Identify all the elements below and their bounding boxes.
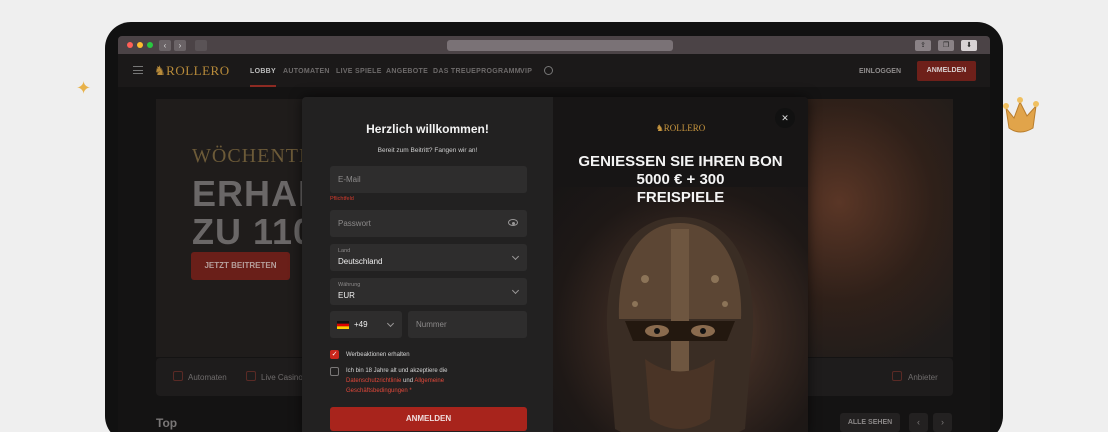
maximize-window-dot[interactable] [147, 42, 153, 48]
currency-select[interactable]: Währung EUR [330, 278, 527, 305]
live-casino-icon [246, 371, 256, 381]
terms-text: Ich bin 18 Jahre alt und akzeptiere die … [346, 368, 448, 394]
promo-panel: ♞ROLLERO GENIESSEN SIE IHREN BON 5000 € … [553, 97, 808, 432]
chevron-down-icon [386, 319, 395, 328]
close-window-dot[interactable] [127, 42, 133, 48]
phone-code-value: +49 [354, 320, 368, 329]
join-now-button[interactable]: JETZT BEITRETEN [191, 252, 290, 280]
privacy-link[interactable]: Datenschutzrichtlinie [346, 378, 401, 384]
sparkle-icon: ✦ [76, 78, 92, 98]
search-icon[interactable] [544, 66, 553, 75]
knight-icon: ♞ [154, 63, 167, 78]
register-button[interactable]: ANMELDEN [917, 61, 976, 81]
hero-headline-2: ZU 110 [192, 211, 315, 252]
menu-icon[interactable] [133, 66, 143, 74]
promo-checkbox[interactable]: ✓ [330, 350, 339, 359]
currency-label: Währung [338, 282, 361, 288]
forward-icon[interactable]: › [174, 40, 186, 51]
see-all-button[interactable]: ALLE SEHEN [840, 413, 900, 432]
login-link[interactable]: EINLOGGEN [859, 68, 901, 75]
eye-icon[interactable] [508, 219, 518, 226]
tabs-icon[interactable]: ❐ [938, 40, 954, 51]
warrior-helmet-image [606, 217, 754, 432]
germany-flag-icon [337, 321, 349, 329]
promo-headline-3: FREISPIELE [636, 189, 725, 206]
category-live-casino[interactable]: Live Casino [261, 373, 303, 382]
minimize-window-dot[interactable] [137, 42, 143, 48]
password-field[interactable]: Passwort [330, 210, 527, 237]
email-field[interactable]: E-Mail [330, 166, 527, 193]
phone-code-select[interactable]: +49 [330, 311, 402, 338]
promo-checkbox-label: Werbeaktionen erhalten [346, 352, 410, 358]
registration-modal: Herzlich willkommen! Bereit zum Beitritt… [302, 97, 808, 432]
back-icon[interactable]: ‹ [159, 40, 171, 51]
nav-treueprogramm[interactable]: DAS TREUEPROGRAMM [433, 68, 521, 75]
password-placeholder: Passwort [338, 219, 371, 228]
country-label: Land [338, 248, 351, 254]
currency-value: EUR [338, 291, 355, 300]
modal-subtitle: Bereit zum Beitritt? Fangen wir an! [377, 147, 478, 154]
nav-live-spiele[interactable]: LIVE SPIELE [336, 68, 382, 75]
category-anbieter[interactable]: Anbieter [908, 373, 938, 382]
address-bar[interactable] [447, 40, 673, 51]
nav-vip[interactable]: VIP [520, 68, 532, 75]
promo-logo: ♞ROLLERO [655, 123, 706, 133]
chevron-down-icon [511, 286, 520, 295]
email-placeholder: E-Mail [338, 175, 361, 184]
modal-title: Herzlich willkommen! [366, 122, 489, 136]
providers-icon [892, 371, 902, 381]
chevron-down-icon [511, 252, 520, 261]
required-hint: Pflichtfeld [330, 196, 354, 202]
browser-window: ‹ › ⇪ ❐ ⬇ ♞ROLLERO LOBBY AUTOMATEN LIVE … [118, 36, 990, 432]
site-logo[interactable]: ♞ROLLERO [154, 63, 230, 79]
nav-angebote[interactable]: ANGEBOTE [386, 68, 428, 75]
section-title: Top [156, 416, 178, 430]
chevron-right-icon[interactable]: › [933, 413, 952, 432]
terms-link-cont[interactable]: Geschäftsbedingungen [346, 388, 408, 394]
site-header: ♞ROLLERO LOBBY AUTOMATEN LIVE SPIELE ANG… [118, 54, 990, 87]
promo-headline-2: 5000 € + 300 [636, 171, 725, 188]
terms-checkbox[interactable] [330, 367, 339, 376]
promo-headline-1: GENIESSEN SIE IHREN BON [578, 153, 783, 170]
country-value: Deutschland [338, 257, 383, 266]
close-icon[interactable]: ✕ [775, 108, 795, 128]
submit-register-button[interactable]: ANMELDEN [330, 407, 527, 431]
crown-icon [1003, 97, 1039, 133]
share-icon[interactable]: ⇪ [915, 40, 931, 51]
phone-number-input[interactable]: Nummer [408, 311, 527, 338]
sidebar-icon[interactable] [195, 40, 207, 51]
browser-toolbar: ‹ › ⇪ ❐ ⬇ [118, 36, 990, 54]
nav-automaten[interactable]: AUTOMATEN [283, 68, 330, 75]
knight-icon: ♞ [655, 123, 664, 133]
chevron-left-icon[interactable]: ‹ [909, 413, 928, 432]
terms-link[interactable]: Allgemeine [414, 378, 444, 384]
country-select[interactable]: Land Deutschland [330, 244, 527, 271]
phone-placeholder: Nummer [416, 320, 447, 329]
nav-lobby[interactable]: LOBBY [250, 68, 276, 87]
category-automaten[interactable]: Automaten [188, 373, 227, 382]
slots-icon [173, 371, 183, 381]
download-icon[interactable]: ⬇ [961, 40, 977, 51]
